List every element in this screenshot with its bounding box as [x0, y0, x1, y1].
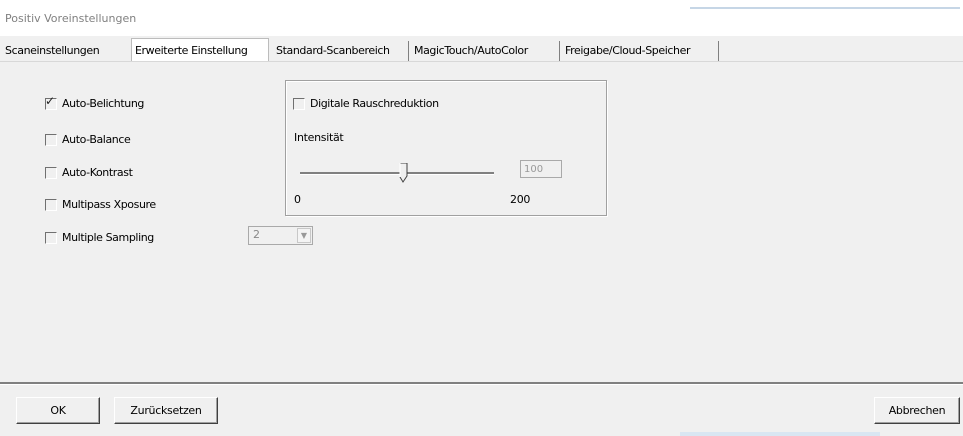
taskbar-glow [680, 432, 880, 436]
multiple-sampling-label: Multiple Sampling [62, 231, 154, 244]
digitale-rauschreduktion-label: Digitale Rauschreduktion [310, 97, 439, 110]
multiple-sampling-select[interactable]: 2 ▼ [248, 226, 313, 245]
auto-balance-label: Auto-Balance [62, 133, 131, 146]
auto-belichtung-label: Auto-Belichtung [62, 97, 145, 110]
tab-freigabe-cloud[interactable]: Freigabe/Cloud-Speicher [565, 41, 719, 61]
slider-max-label: 200 [510, 193, 531, 206]
bottom-divider-highlight [0, 384, 963, 385]
title-bar: Positiv Voreinstellungen [0, 0, 963, 36]
checkbox-box[interactable]: ✓ [45, 94, 57, 110]
intensity-slider-thumb[interactable] [398, 163, 408, 183]
checkbox-box[interactable] [45, 232, 57, 244]
checkbox-box[interactable] [45, 199, 57, 211]
tab-bar: Scaneinstellungen Erweiterte Einstellung… [0, 38, 963, 62]
ok-button[interactable]: OK [16, 397, 100, 424]
reset-button[interactable]: Zurücksetzen [114, 397, 218, 424]
intensitaet-label: Intensität [294, 131, 344, 144]
window-title: Positiv Voreinstellungen [5, 12, 137, 25]
slider-min-label: 0 [294, 193, 301, 206]
checkbox-box[interactable] [45, 167, 57, 179]
title-bar-decoration [690, 7, 960, 9]
tab-scaneinstellungen[interactable]: Scaneinstellungen [5, 41, 127, 61]
checkbox-box[interactable] [293, 98, 305, 110]
auto-kontrast-label: Auto-Kontrast [62, 166, 133, 179]
cancel-button[interactable]: Abbrechen [874, 397, 960, 424]
tab-standard-scanbereich[interactable]: Standard-Scanbereich [276, 41, 409, 61]
multipass-xposure-label: Multipass Xposure [62, 198, 156, 211]
intensity-slider-track[interactable] [300, 172, 494, 175]
multiple-sampling-value: 2 [253, 228, 260, 241]
check-mark-icon: ✓ [45, 94, 55, 108]
intensity-value-field[interactable]: 100 [520, 160, 562, 178]
chevron-down-icon[interactable]: ▼ [297, 228, 311, 243]
checkbox-box[interactable] [45, 134, 57, 146]
tab-magictouch-autocolor[interactable]: MagicTouch/AutoColor [414, 41, 560, 61]
tab-erweiterte-einstellung[interactable]: Erweiterte Einstellung [131, 38, 269, 61]
